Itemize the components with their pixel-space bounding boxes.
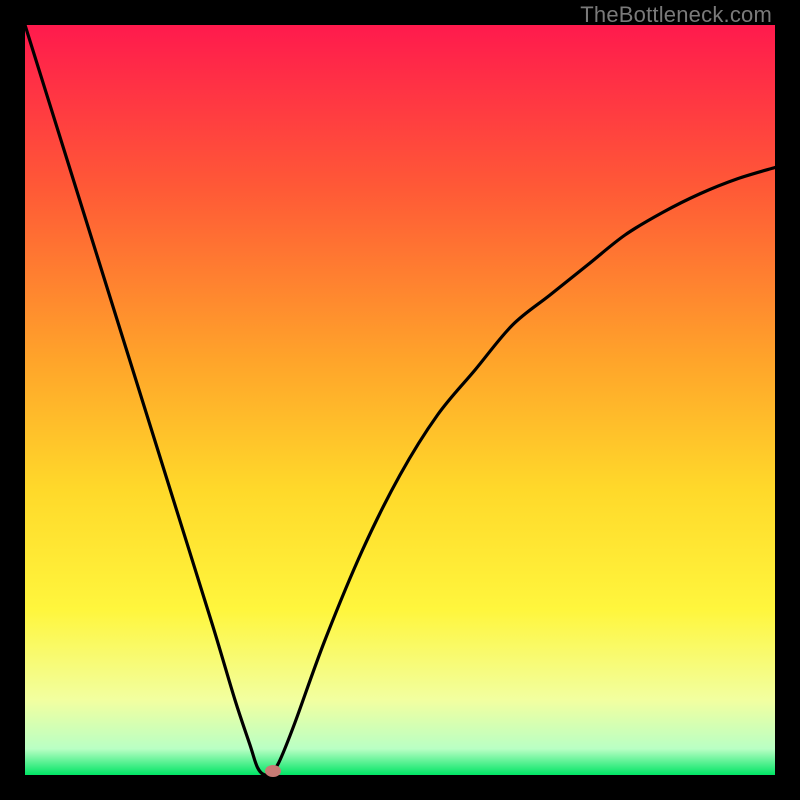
background-gradient: [25, 25, 775, 775]
plot-area: [25, 25, 775, 775]
chart-frame: TheBottleneck.com: [0, 0, 800, 800]
watermark-text: TheBottleneck.com: [580, 2, 772, 28]
optimal-point-marker: [265, 765, 281, 777]
